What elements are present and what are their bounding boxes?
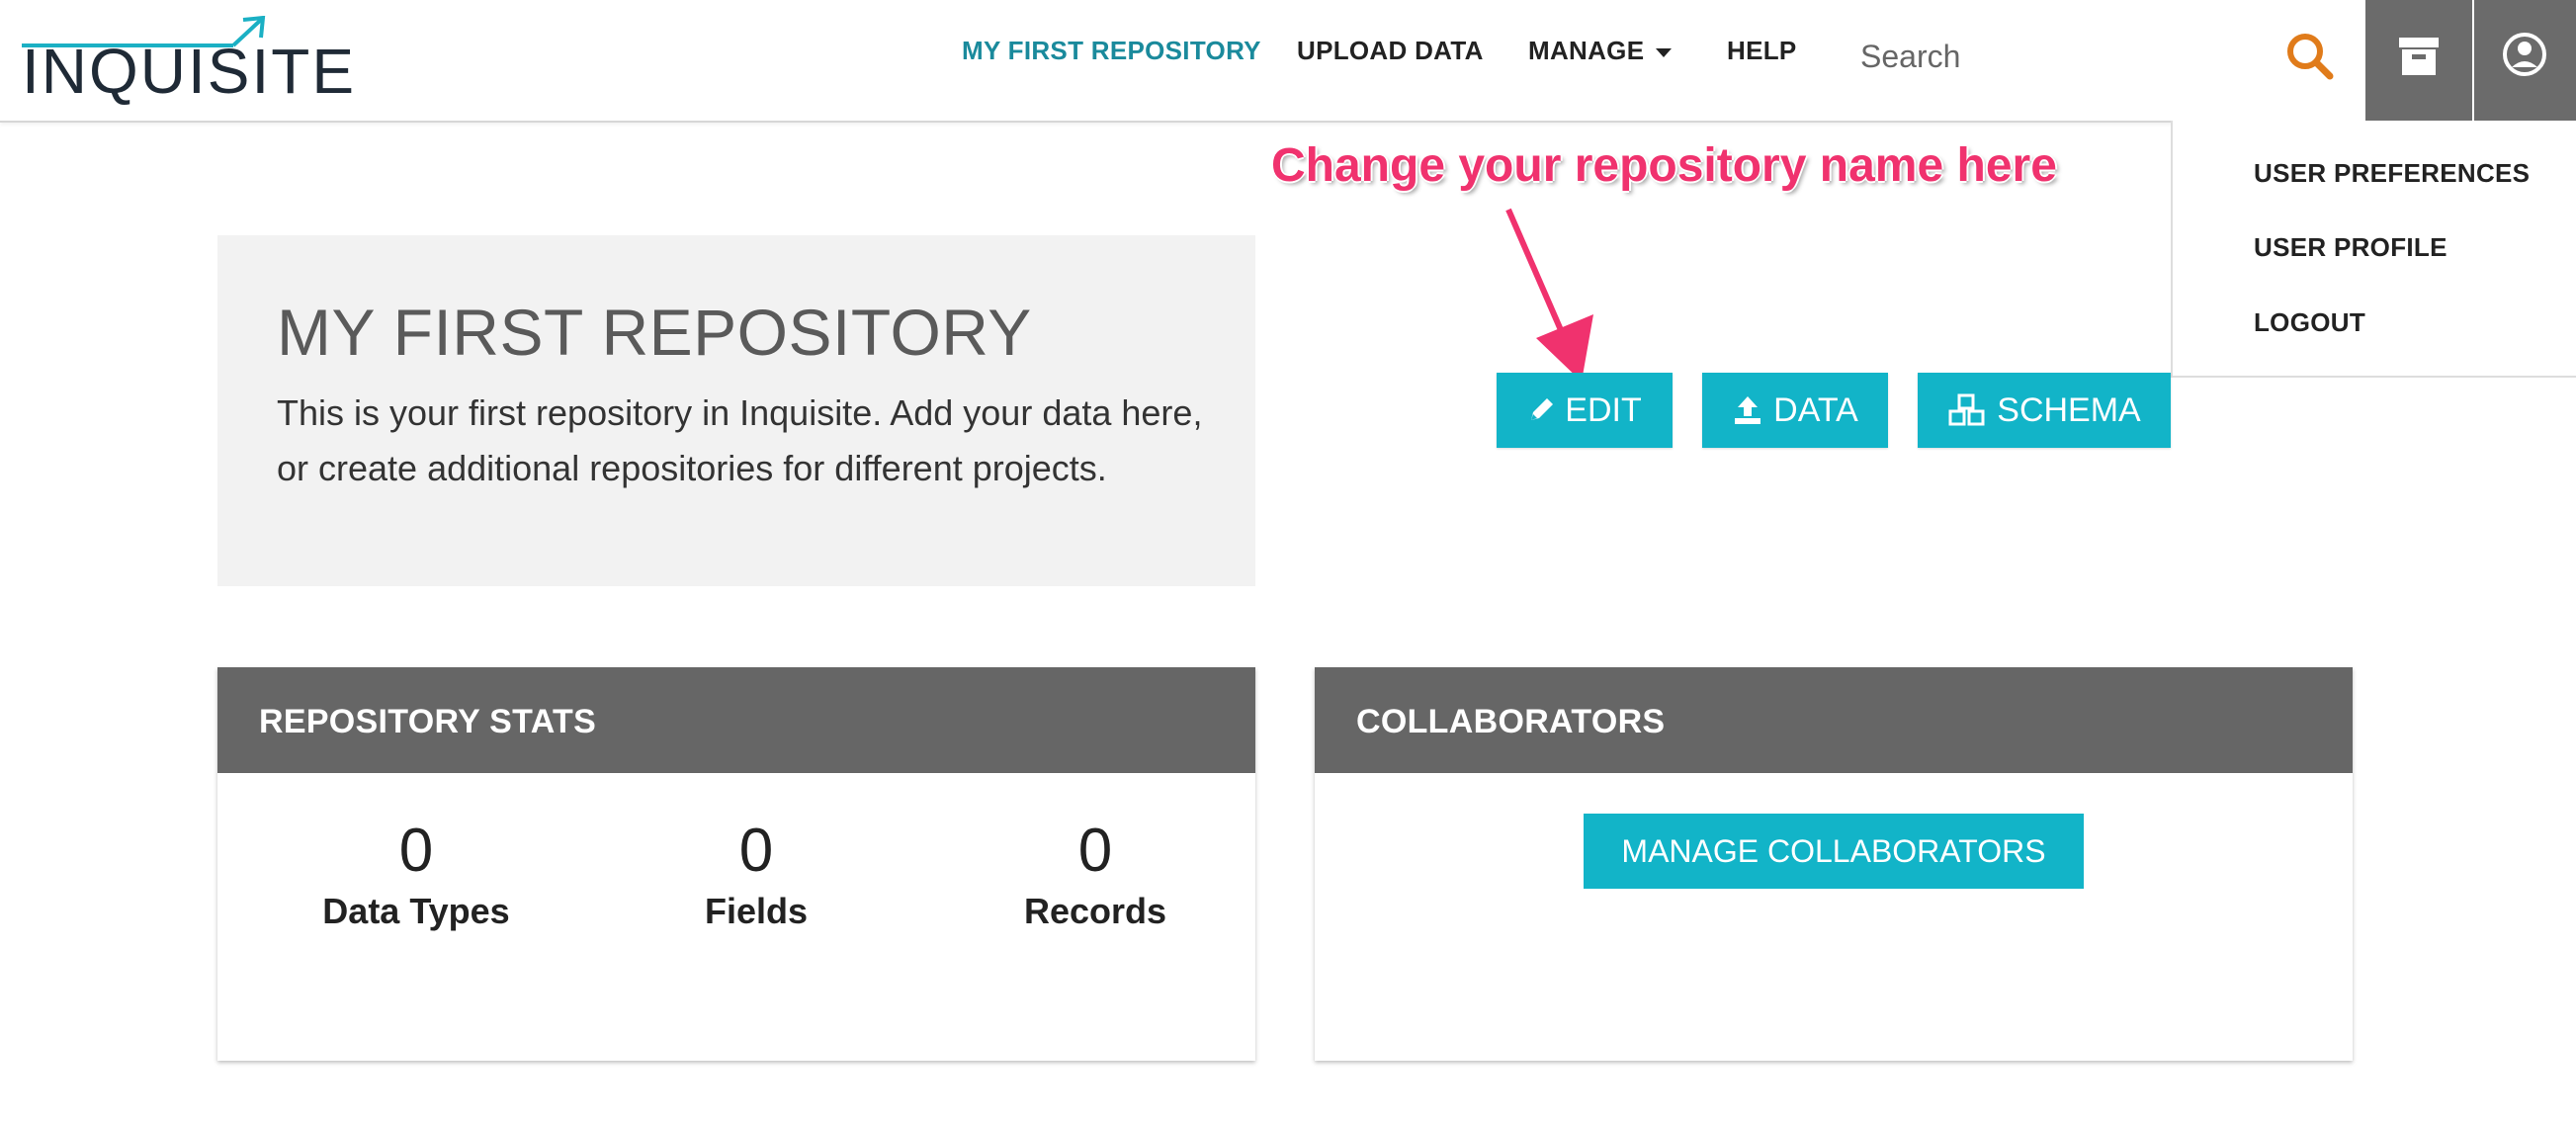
logo-text: INQUISITE <box>22 36 357 107</box>
search-icon <box>2287 34 2334 80</box>
inquisite-logo[interactable]: INQUISITE <box>20 16 354 105</box>
repository-description: This is your first repository in Inquisi… <box>277 392 1203 488</box>
pencil-icon <box>1531 398 1554 420</box>
stat-value: 0 <box>738 817 774 885</box>
page-title: MY FIRST REPOSITORY <box>277 296 1032 369</box>
stat-fields: 0 Fields <box>588 816 924 932</box>
search-input[interactable] <box>1858 28 2258 85</box>
annotation-arrow-icon <box>1505 208 1593 382</box>
search-button[interactable] <box>2283 30 2337 83</box>
card-title: COLLABORATORS <box>1356 703 1666 740</box>
card-header: COLLABORATORS <box>1315 667 2353 773</box>
stat-value: 0 <box>1077 817 1113 885</box>
manage-collaborators-button[interactable]: MANAGE COLLABORATORS <box>1584 814 2084 889</box>
card-header: REPOSITORY STATS <box>217 667 1255 773</box>
repository-stats-card: REPOSITORY STATS 0 Data Types 0 Fields 0… <box>217 667 1255 1061</box>
schema-button[interactable]: SCHEMA <box>1918 373 2171 448</box>
stat-label: Records <box>1023 891 1167 931</box>
stat-records: 0 Records <box>927 816 1263 932</box>
nav-help[interactable]: HELP <box>1727 36 1797 66</box>
annotation-callout: Change your repository name here <box>1271 139 2057 192</box>
menu-item-user-profile[interactable]: USER PROFILE <box>2254 232 2447 263</box>
edit-button-label: EDIT <box>1565 390 1642 429</box>
stat-label: Fields <box>704 891 809 931</box>
user-icon <box>2503 33 2546 76</box>
menu-item-user-preferences[interactable]: USER PREFERENCES <box>2254 158 2530 189</box>
cubes-icon <box>1948 393 1985 426</box>
user-menu-button[interactable] <box>2474 0 2576 121</box>
card-title: REPOSITORY STATS <box>259 703 597 740</box>
nav-upload-data[interactable]: UPLOAD DATA <box>1297 36 1484 66</box>
stat-data-types: 0 Data Types <box>248 816 584 932</box>
menu-item-logout[interactable]: LOGOUT <box>2254 307 2365 338</box>
stat-value: 0 <box>398 817 434 885</box>
data-button-label: DATA <box>1773 390 1858 429</box>
nav-manage[interactable]: MANAGE <box>1528 36 1673 66</box>
collaborators-card: COLLABORATORS MANAGE COLLABORATORS <box>1315 667 2353 1061</box>
nav-manage-label: MANAGE <box>1528 36 1645 65</box>
archive-icon <box>2399 38 2439 75</box>
repository-hero: MY FIRST REPOSITORY This is your first r… <box>217 235 1255 586</box>
data-button[interactable]: DATA <box>1702 373 1888 448</box>
stat-label: Data Types <box>322 891 510 931</box>
schema-button-label: SCHEMA <box>1997 390 2141 429</box>
top-nav-bar: INQUISITE MY FIRST REPOSITORY UPLOAD DAT… <box>0 0 2576 123</box>
edit-button[interactable]: EDIT <box>1497 373 1673 448</box>
nav-my-first-repository[interactable]: MY FIRST REPOSITORY <box>962 36 1261 66</box>
user-dropdown-menu: USER PREFERENCES USER PROFILE LOGOUT <box>2171 121 2576 378</box>
archive-button[interactable] <box>2365 0 2472 121</box>
upload-icon <box>1735 396 1761 424</box>
chevron-down-icon <box>1656 47 1673 57</box>
